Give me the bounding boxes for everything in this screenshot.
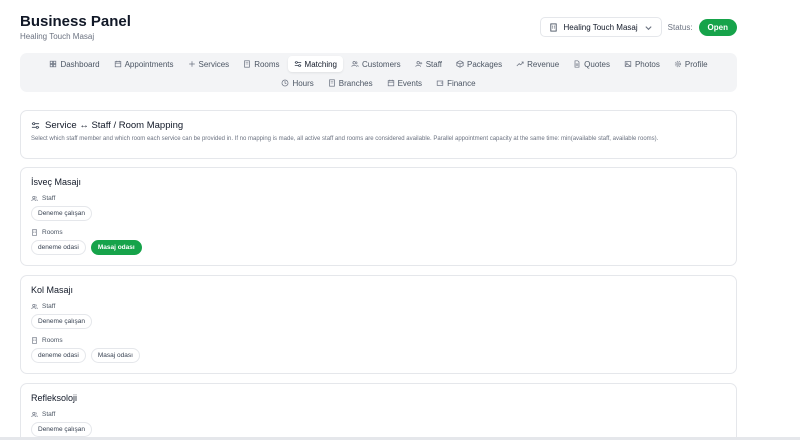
tab-label: Services (198, 59, 230, 69)
room-chip[interactable]: deneme odasi (31, 240, 86, 255)
rooms-label: Rooms (42, 337, 63, 344)
nav-row-primary: Dashboard Appointments Services Rooms Matchi… (20, 56, 737, 72)
staff-chips: Deneme çalışan (31, 314, 726, 329)
staff-chips: Deneme çalışan (31, 206, 726, 221)
package-icon (456, 60, 464, 68)
gear-icon (674, 60, 681, 68)
business-select[interactable]: Healing Touch Masaj (539, 17, 662, 37)
tab-matching[interactable]: Matching (287, 56, 343, 72)
room-chips: deneme odasi Masaj odası (31, 240, 726, 255)
building-icon (244, 60, 250, 68)
plus-icon (188, 61, 195, 67)
rooms-section-label: Rooms (31, 229, 726, 236)
business-select-value: Healing Touch Masaj (563, 22, 638, 32)
tab-finance[interactable]: Finance (430, 75, 481, 91)
tab-label: Hours (292, 78, 314, 88)
tab-label: Revenue (527, 59, 560, 69)
calendar-icon (387, 79, 394, 87)
building-icon (32, 337, 37, 344)
room-chips: deneme odasi Masaj odası (31, 348, 726, 363)
tab-label: Photos (634, 59, 660, 69)
mapping-title: Service ↔ Staff / Room Mapping (31, 120, 726, 131)
sliders-icon (294, 61, 301, 67)
tab-staff[interactable]: Staff (409, 56, 448, 72)
chevron-down-icon (645, 25, 652, 30)
tab-label: Appointments (124, 59, 174, 69)
users-icon (31, 304, 38, 310)
staff-label: Staff (42, 411, 56, 418)
rooms-section-label: Rooms (31, 337, 726, 344)
staff-label: Staff (42, 303, 56, 310)
tab-events[interactable]: Events (381, 75, 428, 91)
users-icon (31, 412, 38, 418)
wallet-icon (436, 80, 444, 86)
tab-quotes[interactable]: Quotes (567, 56, 616, 72)
clock-icon (282, 79, 289, 87)
room-chip[interactable]: deneme odasi (31, 348, 86, 363)
nav-row-secondary: Hours Branches Events Finance (20, 75, 737, 91)
building-icon (549, 22, 557, 32)
staff-section-label: Staff (31, 195, 726, 202)
users-icon (31, 196, 38, 202)
tab-label: Matching (304, 59, 337, 69)
calendar-icon (114, 60, 121, 68)
tab-rooms[interactable]: Rooms (237, 56, 285, 72)
mapping-description: Select which staff member and which room… (31, 136, 659, 142)
staff-chips: Deneme çalışan (31, 422, 726, 437)
file-icon (574, 60, 580, 68)
tab-appointments[interactable]: Appointments (108, 56, 180, 72)
staff-section-label: Staff (31, 303, 726, 310)
room-chip[interactable]: Masaj odası (90, 348, 140, 363)
tab-label: Finance (447, 78, 476, 88)
header-actions: Healing Touch Masaj Status: Open (539, 17, 737, 37)
tab-label: Events (397, 78, 423, 88)
staff-chip[interactable]: Deneme çalışan (31, 314, 92, 329)
tab-label: Customers (362, 59, 401, 69)
staff-label: Staff (42, 195, 56, 202)
tab-dashboard[interactable]: Dashboard (43, 56, 105, 72)
image-icon (624, 61, 632, 67)
user-plus-icon (415, 61, 422, 67)
tab-hours[interactable]: Hours (275, 75, 319, 91)
tab-profile[interactable]: Profile (668, 56, 714, 72)
tab-services[interactable]: Services (182, 56, 236, 72)
tab-photos[interactable]: Photos (618, 56, 666, 72)
service-name: Kol Masajı (31, 285, 74, 295)
service-name: Refleksoloji (31, 393, 78, 403)
room-chip[interactable]: Masaj odası (90, 240, 142, 255)
mapping-title-text: Service ↔ Staff / Room Mapping (45, 120, 184, 131)
main-nav: Dashboard Appointments Services Rooms Matchi… (20, 53, 737, 92)
building-icon (329, 79, 335, 87)
status-badge[interactable]: Open (698, 18, 737, 36)
users-icon (351, 61, 359, 67)
tab-customers[interactable]: Customers (345, 56, 407, 72)
tab-label: Quotes (584, 59, 610, 69)
sliders-icon (31, 122, 40, 129)
tab-revenue[interactable]: Revenue (510, 56, 565, 72)
tab-branches[interactable]: Branches (322, 75, 379, 91)
tab-label: Packages (467, 59, 503, 69)
rooms-label: Rooms (42, 229, 63, 236)
page-header: Business Panel Healing Touch Masaj Heali… (20, 14, 737, 44)
tab-packages[interactable]: Packages (450, 56, 508, 72)
staff-section-label: Staff (31, 411, 726, 418)
tab-label: Profile (684, 59, 708, 69)
tab-label: Rooms (254, 59, 280, 69)
status-label: Status: (667, 22, 693, 32)
trend-icon (516, 61, 524, 67)
grid-icon (50, 60, 57, 68)
service-card: Kol Masajı Staff Deneme çalışan Rooms deneme… (20, 275, 737, 374)
tab-label: Staff (425, 59, 442, 69)
tab-label: Dashboard (60, 59, 100, 69)
building-icon (32, 229, 37, 236)
staff-chip[interactable]: Deneme çalışan (31, 206, 92, 221)
service-card: İsveç Masajı Staff Deneme çalışan Rooms dene… (20, 167, 737, 266)
service-card: Refleksoloji Staff Deneme çalışan (20, 383, 737, 440)
staff-chip[interactable]: Deneme çalışan (31, 422, 92, 437)
mapping-intro-card: Service ↔ Staff / Room Mapping Select wh… (20, 110, 737, 159)
tab-label: Branches (338, 78, 373, 88)
service-name: İsveç Masajı (31, 177, 82, 187)
